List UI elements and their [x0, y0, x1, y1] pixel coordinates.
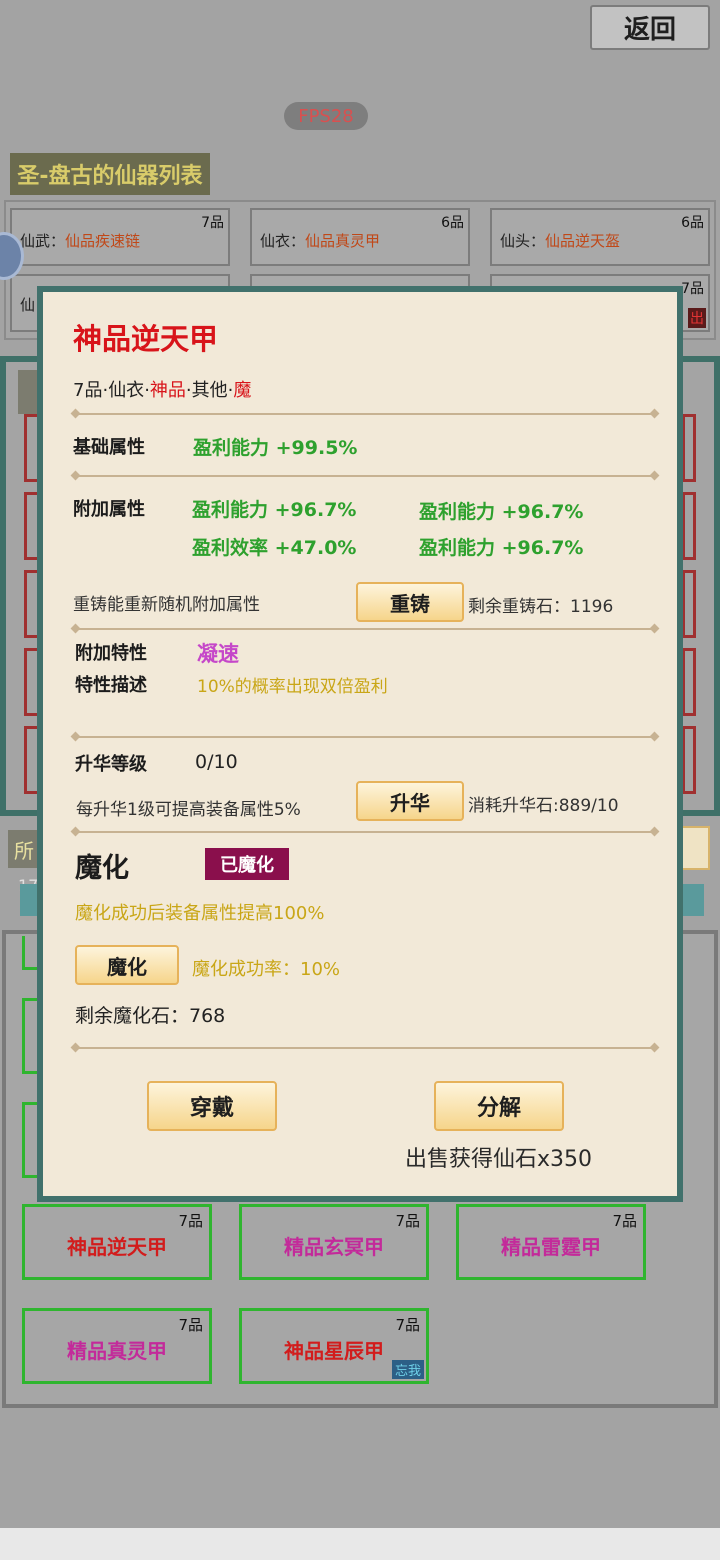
item-grade: 7品	[395, 1212, 420, 1230]
background-item	[682, 570, 696, 638]
background-item	[682, 414, 696, 482]
upgrade-label: 升华等级	[75, 754, 147, 775]
background-item	[682, 648, 696, 716]
item-grade: 7品	[612, 1212, 637, 1230]
inventory-card[interactable]: 7品 神品逆天甲	[22, 1204, 212, 1280]
demon-button[interactable]: 魔化	[75, 945, 179, 985]
slot-text: 仙头：仙品逆天盔	[500, 232, 621, 250]
extra-attr-value: 盈利效率 +47.0%	[192, 537, 357, 559]
extra-attr-label: 附加属性	[73, 499, 145, 520]
extra-attr-value: 盈利能力 +96.7%	[192, 499, 357, 521]
extra-attr-value: 盈利能力 +96.7%	[419, 537, 584, 559]
equipment-slot-weapon[interactable]: 7品 仙武：仙品疾速链	[10, 208, 230, 266]
demon-stones: 剩余魔化石：768	[75, 1005, 226, 1027]
demon-description: 魔化成功后装备属性提高100%	[75, 903, 325, 924]
section-divider	[75, 628, 655, 630]
wear-button[interactable]: 穿戴	[147, 1081, 277, 1131]
upgrade-level: 0/10	[195, 751, 238, 773]
upgrade-description: 每升华1级可提高装备属性5%	[76, 800, 301, 820]
item-grade: 7品	[178, 1212, 203, 1230]
background-item	[682, 726, 696, 794]
trait-label: 附加特性	[75, 643, 147, 664]
background-label: 所	[8, 830, 40, 868]
slot-text: 仙武：仙品疾速链	[20, 232, 141, 250]
fps-indicator: FPS28	[284, 102, 368, 130]
recast-description: 重铸能重新随机附加属性	[73, 595, 260, 615]
item-grade: 7品	[178, 1316, 203, 1334]
base-attr-value: 盈利能力 +99.5%	[193, 437, 358, 459]
upgrade-cost: 消耗升华石:889/10	[468, 796, 619, 816]
section-divider	[75, 1047, 655, 1049]
trait-value: 凝速	[197, 642, 239, 666]
inventory-card[interactable]: 7品 精品玄冥甲	[239, 1204, 429, 1280]
equipment-slot-clothes[interactable]: 6品 仙衣：仙品真灵甲	[250, 208, 470, 266]
recast-stones: 剩余重铸石：1196	[468, 597, 614, 617]
equipment-slot-head[interactable]: 6品 仙头：仙品逆天盔	[490, 208, 710, 266]
upgrade-button[interactable]: 升华	[356, 781, 464, 821]
section-divider	[75, 413, 655, 415]
item-trait-tag: 忘我	[391, 1360, 424, 1379]
base-attr-label: 基础属性	[73, 437, 145, 458]
slot-grade: 7品	[201, 215, 224, 231]
slot-grade: 6品	[441, 215, 464, 231]
section-divider	[75, 736, 655, 738]
item-grade: 7品	[395, 1316, 420, 1334]
inventory-card[interactable]: 7品 神品星辰甲 忘我	[239, 1308, 429, 1384]
item-name: 精品玄冥甲	[284, 1235, 384, 1259]
slot-text: 仙	[20, 296, 36, 314]
slot-grade: 7品	[681, 281, 704, 297]
decompose-button[interactable]: 分解	[434, 1081, 564, 1131]
section-divider	[75, 475, 655, 477]
item-name: 神品逆天甲	[67, 1235, 167, 1259]
trait-desc-label: 特性描述	[75, 675, 147, 696]
section-divider	[75, 831, 655, 833]
demonized-badge: 已魔化	[205, 848, 289, 880]
demon-success-rate: 魔化成功率：10%	[192, 959, 341, 980]
item-subtitle: 7品·仙衣·神品·其他·魔	[73, 380, 252, 401]
bottom-strip	[0, 1528, 720, 1560]
inventory-card[interactable]: 7品 精品真灵甲	[22, 1308, 212, 1384]
sell-info: 出售获得仙石x350	[405, 1147, 593, 1172]
slot-tag: 出	[688, 308, 706, 328]
item-name: 精品雷霆甲	[501, 1235, 601, 1259]
slot-grade: 6品	[681, 215, 704, 231]
slot-text: 仙衣：仙品真灵甲	[260, 232, 381, 250]
item-detail-modal: 神品逆天甲 7品·仙衣·神品·其他·魔 基础属性 盈利能力 +99.5% 附加属…	[37, 286, 683, 1202]
extra-attr-value: 盈利能力 +96.7%	[419, 501, 584, 523]
item-name: 精品真灵甲	[67, 1339, 167, 1363]
demon-title: 魔化	[75, 853, 129, 884]
back-button[interactable]: 返回	[590, 5, 710, 50]
trait-description: 10%的概率出现双倍盈利	[197, 677, 388, 697]
equipment-list-title: 圣-盘古的仙器列表	[10, 153, 210, 195]
inventory-card[interactable]: 7品 精品雷霆甲	[456, 1204, 646, 1280]
background-button	[682, 826, 710, 870]
recast-button[interactable]: 重铸	[356, 582, 464, 622]
background-item	[682, 492, 696, 560]
item-title: 神品逆天甲	[73, 322, 219, 356]
